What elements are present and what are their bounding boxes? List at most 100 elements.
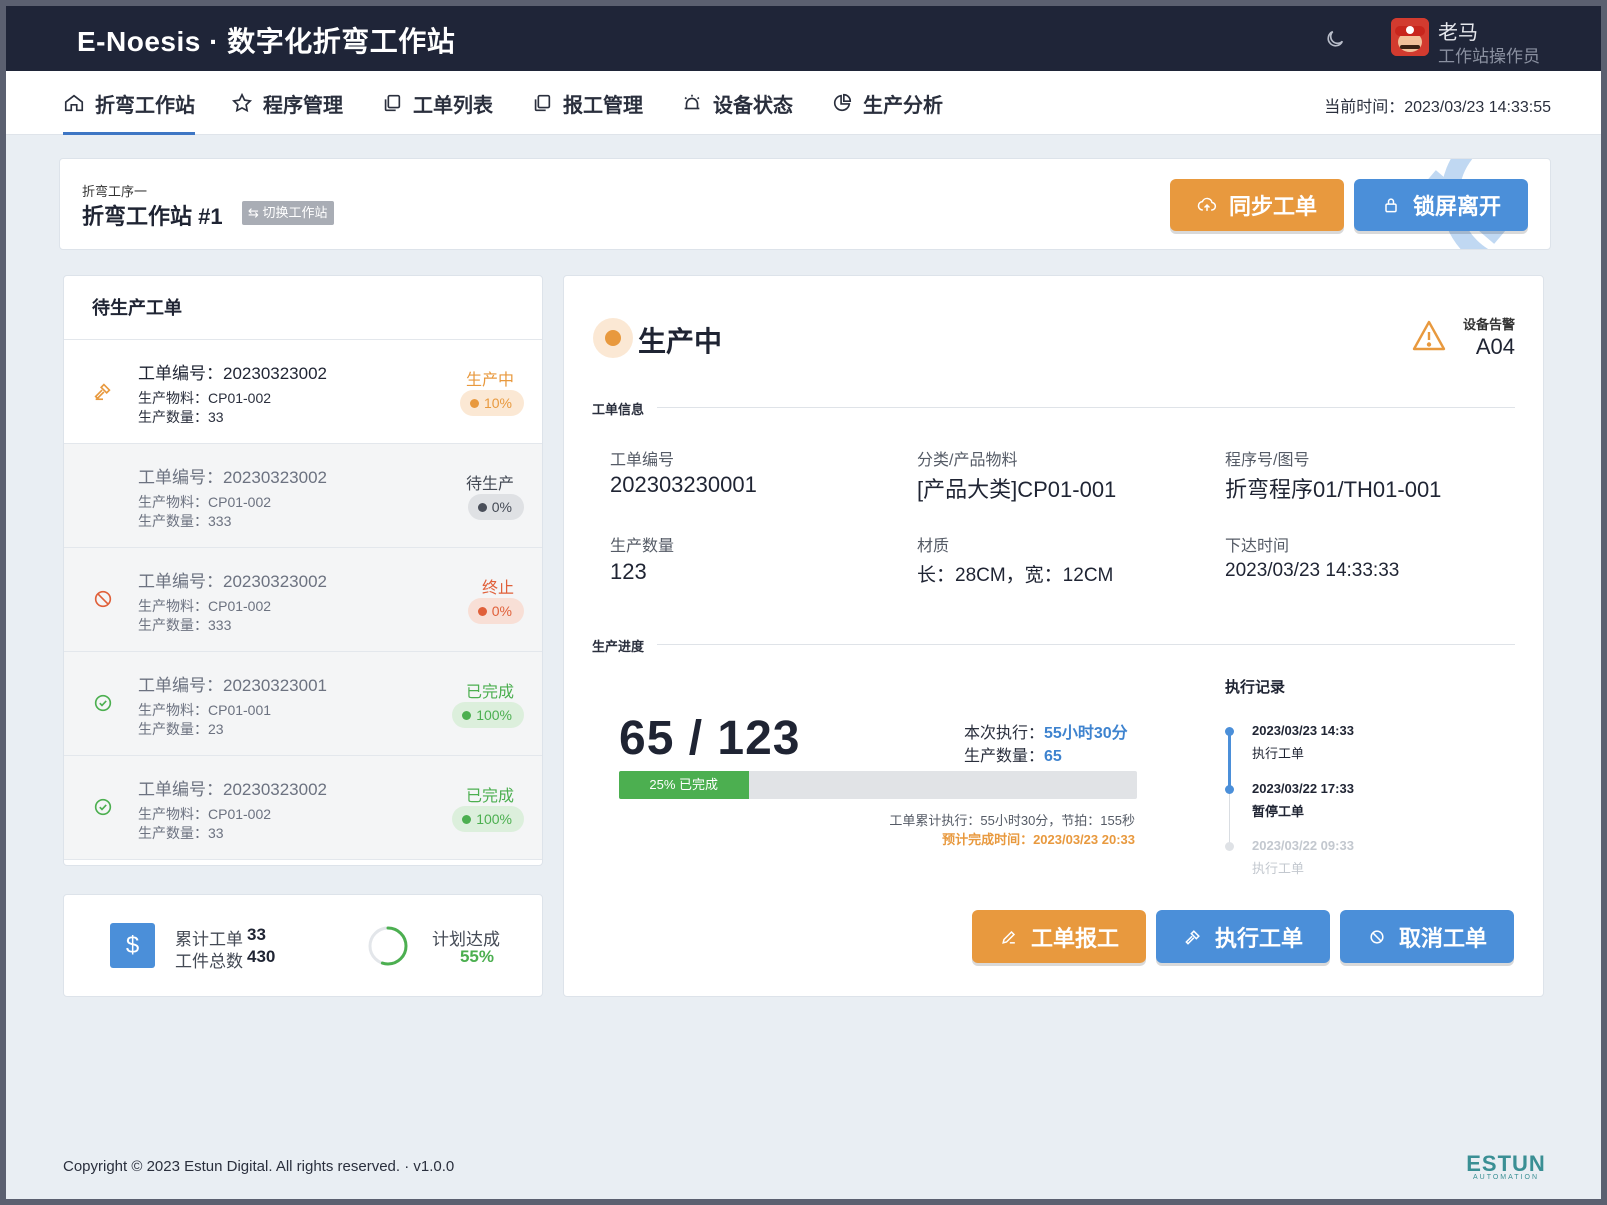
order-number: 工单编号：20230323001	[138, 676, 328, 695]
check-circle-icon	[94, 798, 112, 816]
avatar[interactable]	[1391, 18, 1429, 56]
current-time: 当前时间：2023/03/23 14:33:55	[1324, 99, 1551, 116]
lock-icon	[1385, 198, 1397, 213]
order-item[interactable]: 工单编号：20230323002 生产物料：CP01-002 生产数量：33 生…	[64, 340, 542, 444]
warning-icon[interactable]	[1411, 319, 1447, 353]
lock-screen-button[interactable]: 锁屏离开	[1354, 179, 1528, 231]
summary-card: $ 累计工单 33 工件总数 430 计划达成 55%	[63, 894, 543, 997]
log-action: 暂停工单	[1252, 804, 1305, 819]
copyright: Copyright © 2023 Estun Digital. All righ…	[63, 1158, 455, 1175]
order-item[interactable]: 工单编号：20230323002 生产物料：CP01-002 生产数量：333 …	[64, 444, 542, 548]
order-no-value: 202303230001	[610, 472, 757, 497]
plan-progress-ring	[368, 926, 408, 966]
pending-orders-title: 待生产工单	[64, 276, 542, 340]
progress-count: 65 / 123	[619, 712, 801, 765]
report-order-button[interactable]: 工单报工	[972, 910, 1146, 963]
timeline-line	[1229, 789, 1230, 845]
alarm-icon	[684, 94, 700, 110]
material-value: 长：28CM，宽：12CM	[917, 565, 1114, 586]
sync-orders-label: 同步工单	[1228, 194, 1317, 219]
order-material: 生产物料：CP01-002	[138, 806, 272, 822]
order-status: 生产中	[465, 372, 514, 389]
nav-label: 生产分析	[863, 94, 943, 117]
status-dot-icon	[462, 814, 472, 824]
copy-icon	[384, 94, 401, 112]
production-status: 生产中	[638, 326, 723, 357]
sync-orders-button[interactable]: 同步工单	[1170, 179, 1344, 231]
order-number: 工单编号：20230323002	[138, 468, 328, 487]
order-item[interactable]: 工单编号：20230323002 生产物料：CP01-002 生产数量：33 已…	[64, 756, 542, 860]
hammer-icon	[1185, 929, 1200, 945]
issued-time-label: 下达时间	[1225, 538, 1290, 555]
order-percent: 100%	[476, 811, 512, 827]
cancel-order-label: 取消工单	[1398, 925, 1487, 951]
category-label: 分类/产品物料	[917, 452, 1018, 469]
nav-bending-station[interactable]: 折弯工作站	[63, 71, 195, 135]
nav-label: 折弯工作站	[95, 94, 195, 117]
order-progress-badge: 0%	[467, 494, 524, 520]
cloud-upload-icon	[1197, 197, 1217, 211]
order-number: 工单编号：20230323002	[138, 364, 328, 383]
nav-label: 工单列表	[413, 94, 493, 117]
divider	[657, 407, 1515, 408]
order-percent: 0%	[491, 499, 512, 515]
ban-icon	[1370, 929, 1384, 944]
status-dot-icon	[477, 502, 487, 512]
total-parts-label: 工件总数	[175, 952, 243, 971]
order-item[interactable]: 工单编号：20230323001 生产物料：CP01-001 生产数量：23 已…	[64, 652, 542, 756]
order-detail-panel: 生产中 设备告警 A04 工单信息 工单编号 202303230001 分类/产…	[563, 275, 1544, 997]
logo-text: ESTUN	[1466, 1151, 1546, 1176]
log-time: 2023/03/22 17:33	[1252, 781, 1354, 796]
program-value: 折弯程序01/TH01-001	[1225, 477, 1442, 502]
execute-order-label: 执行工单	[1214, 925, 1303, 951]
material-label: 材质	[917, 538, 950, 555]
quantity-value: 123	[610, 559, 647, 584]
dark-mode-icon[interactable]	[1324, 28, 1346, 50]
status-indicator-icon	[593, 318, 633, 358]
status-dot-icon	[462, 710, 472, 720]
nav-label: 设备状态	[713, 94, 793, 117]
order-percent: 0%	[491, 603, 512, 619]
order-status: 待生产	[465, 476, 514, 493]
timeline-dot-icon	[1225, 785, 1234, 794]
order-quantity: 生产数量：23	[138, 721, 224, 737]
category-value: [产品大类]CP01-001	[917, 477, 1117, 502]
nav-program-management[interactable]: 程序管理	[231, 71, 343, 135]
order-no-label: 工单编号	[610, 452, 675, 469]
top-header: E-Noesis · 数字化折弯工作站 老马 工作站操作员	[6, 6, 1601, 71]
nav-equipment-status[interactable]: 设备状态	[681, 71, 793, 135]
order-progress-badge: 100%	[452, 702, 524, 728]
nav-report-management[interactable]: 报工管理	[531, 71, 643, 135]
pie-chart-icon	[833, 93, 852, 112]
total-parts-value: 430	[247, 947, 276, 966]
pen-icon	[1002, 930, 1016, 944]
order-status: 已完成	[465, 788, 514, 805]
progress-bar-fill: 25% 已完成	[619, 771, 749, 799]
progress-section-label: 生产进度	[592, 639, 645, 654]
order-material: 生产物料：CP01-002	[138, 598, 272, 614]
order-info-label: 工单信息	[592, 402, 645, 417]
order-material: 生产物料：CP01-002	[138, 390, 272, 406]
total-orders-value: 33	[247, 925, 266, 944]
order-quantity: 生产数量：333	[138, 513, 232, 529]
issued-time-value: 2023/03/23 14:33:33	[1225, 560, 1400, 581]
alarm-code[interactable]: A04	[1476, 334, 1515, 360]
cancel-order-button[interactable]: 取消工单	[1340, 910, 1514, 963]
execute-order-button[interactable]: 执行工单	[1156, 910, 1330, 963]
lock-screen-label: 锁屏离开	[1412, 194, 1501, 219]
exec-duration: 本次执行：55小时30分	[964, 719, 1128, 743]
nav-order-list[interactable]: 工单列表	[381, 71, 493, 135]
order-item[interactable]: 工单编号：20230323002 生产物料：CP01-002 生产数量：333 …	[64, 548, 542, 652]
order-progress-badge: 100%	[452, 806, 524, 832]
copy-icon	[534, 94, 551, 112]
dollar-icon: $	[110, 923, 155, 968]
switch-station-button[interactable]: ⇆ 切换工作站	[242, 201, 334, 225]
status-dot-icon	[469, 398, 479, 408]
user-name: 老马	[1438, 22, 1478, 44]
check-circle-icon	[94, 694, 112, 712]
program-label: 程序号/图号	[1225, 452, 1310, 469]
log-action: 执行工单	[1252, 746, 1305, 761]
order-progress-badge: 0%	[467, 598, 524, 624]
nav-production-analysis[interactable]: 生产分析	[831, 71, 943, 135]
app-title: E-Noesis · 数字化折弯工作站	[77, 26, 456, 57]
